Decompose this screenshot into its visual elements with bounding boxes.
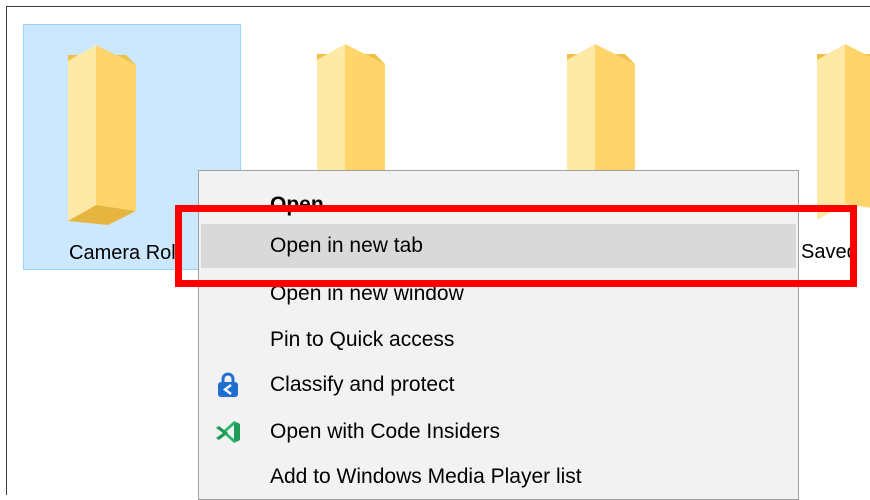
menu-item-label: Add to Windows Media Player list (270, 465, 582, 488)
menu-item-pin-to-quick-access[interactable]: Pin to Quick access (201, 318, 796, 362)
menu-item-label: Classify and protect (270, 373, 455, 396)
menu-item-label: Pin to Quick access (270, 328, 455, 351)
menu-item-open-with-code-insiders[interactable]: Open with Code Insiders (201, 410, 796, 454)
menu-item-add-to-wmp-list[interactable]: Add to Windows Media Player list (201, 455, 796, 499)
menu-item-classify-and-protect[interactable]: Classify and protect (201, 363, 796, 407)
folder-label: Camera Roll (69, 242, 181, 264)
menu-item-label: Open with Code Insiders (270, 420, 500, 443)
lock-shield-icon (218, 372, 238, 397)
vscode-insiders-icon (216, 421, 240, 443)
highlight-box (175, 205, 857, 287)
